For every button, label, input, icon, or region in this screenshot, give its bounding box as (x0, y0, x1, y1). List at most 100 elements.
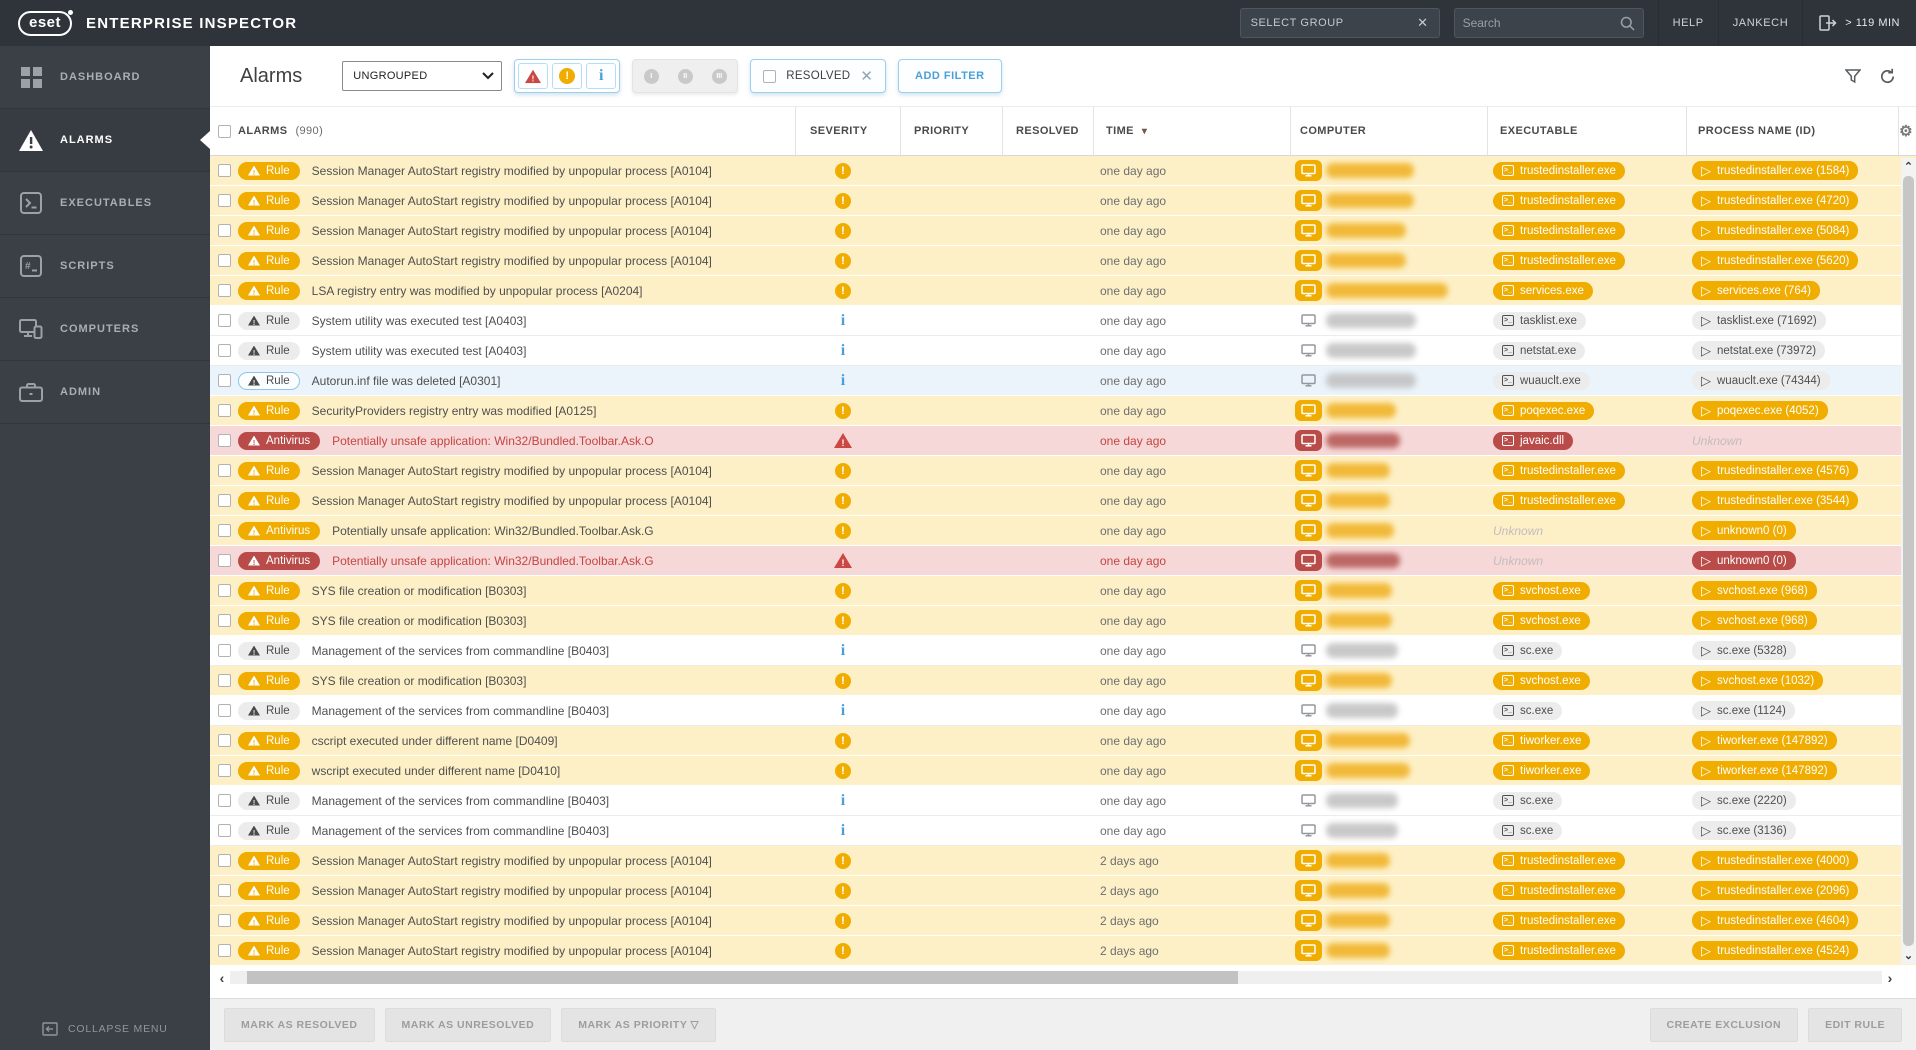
row-checkbox[interactable] (218, 824, 231, 837)
priority-filter-2[interactable]: II (670, 63, 700, 89)
table-row[interactable]: Rule System utility was executed test [A… (210, 306, 1916, 336)
row-checkbox[interactable] (218, 164, 231, 177)
table-row[interactable]: Rule Management of the services from com… (210, 816, 1916, 846)
table-row[interactable]: Rule Autorun.inf file was deleted [A0301… (210, 366, 1916, 396)
column-header-computer[interactable]: COMPUTER (1300, 107, 1366, 155)
group-by-select[interactable]: UNGROUPED (342, 61, 503, 91)
horizontal-scrollbar-thumb[interactable] (246, 971, 1238, 984)
row-checkbox[interactable] (218, 464, 231, 477)
column-header-resolved[interactable]: RESOLVED (1016, 107, 1079, 155)
column-settings-gear-icon[interactable]: ⚙ (1899, 122, 1913, 140)
row-checkbox[interactable] (218, 794, 231, 807)
column-header-severity[interactable]: SEVERITY (810, 107, 868, 155)
sidebar-item-dashboard[interactable]: DASHBOARD (0, 46, 210, 109)
row-checkbox[interactable] (218, 854, 231, 867)
row-checkbox[interactable] (218, 284, 231, 297)
table-row[interactable]: Antivirus Potentially unsafe application… (210, 516, 1916, 546)
severity-filter-critical[interactable] (518, 63, 549, 89)
sidebar-item-computers[interactable]: COMPUTERS (0, 298, 210, 361)
row-checkbox[interactable] (218, 584, 231, 597)
priority-filter-3[interactable]: III (704, 63, 734, 89)
collapse-menu-button[interactable]: COLLAPSE MENU (0, 1022, 210, 1036)
row-checkbox[interactable] (218, 404, 231, 417)
sidebar-item-alarms[interactable]: ALARMS (0, 109, 210, 172)
row-checkbox[interactable] (218, 944, 231, 957)
filter-funnel-icon[interactable] (1845, 68, 1861, 84)
table-row[interactable]: Rule LSA registry entry was modified by … (210, 276, 1916, 306)
table-row[interactable]: Rule SecurityProviders registry entry wa… (210, 396, 1916, 426)
remove-filter-icon[interactable]: ✕ (860, 67, 873, 85)
horizontal-scrollbar[interactable]: ‹ › (214, 970, 1898, 986)
table-row[interactable]: Rule Session Manager AutoStart registry … (210, 486, 1916, 516)
row-checkbox[interactable] (218, 524, 231, 537)
edit-rule-button[interactable]: EDIT RULE (1808, 1007, 1902, 1042)
refresh-icon[interactable] (1879, 68, 1896, 85)
add-filter-button[interactable]: ADD FILTER (898, 59, 1002, 93)
help-link[interactable]: HELP (1657, 0, 1718, 46)
scroll-up-icon[interactable]: ⌃ (1901, 160, 1916, 173)
table-row[interactable]: Rule wscript executed under different na… (210, 756, 1916, 786)
search-input[interactable] (1462, 16, 1620, 30)
select-group-button[interactable]: SELECT GROUP ✕ (1239, 8, 1440, 38)
row-checkbox[interactable] (218, 734, 231, 747)
priority-filter-1[interactable]: I (636, 63, 666, 89)
create-exclusion-button[interactable]: CREATE EXCLUSION (1649, 1007, 1799, 1042)
select-all-checkbox[interactable] (218, 125, 231, 138)
sidebar-item-admin[interactable]: ADMIN (0, 361, 210, 424)
session-box[interactable]: > 119 MIN (1802, 0, 1916, 46)
column-header-time[interactable]: TIME ▾ (1106, 107, 1147, 155)
row-checkbox[interactable] (218, 914, 231, 927)
row-checkbox[interactable] (218, 254, 231, 267)
table-row[interactable]: Rule Session Manager AutoStart registry … (210, 156, 1916, 186)
user-menu[interactable]: JANKECH (1717, 0, 1803, 46)
column-header-process[interactable]: PROCESS NAME (ID) (1698, 107, 1815, 155)
severity-filter-info[interactable]: i (586, 63, 617, 89)
resolved-filter-chip[interactable]: RESOLVED ✕ (750, 59, 886, 93)
scroll-left-icon[interactable]: ‹ (214, 970, 230, 986)
scroll-right-icon[interactable]: › (1882, 970, 1898, 986)
table-row[interactable]: Antivirus Potentially unsafe application… (210, 546, 1916, 576)
row-checkbox[interactable] (218, 494, 231, 507)
row-checkbox[interactable] (218, 224, 231, 237)
vertical-scrollbar[interactable]: ⌃ ⌄ (1901, 158, 1916, 964)
row-checkbox[interactable] (218, 194, 231, 207)
table-row[interactable]: Rule cscript executed under different na… (210, 726, 1916, 756)
search-box[interactable] (1453, 8, 1644, 38)
table-row[interactable]: Rule Session Manager AutoStart registry … (210, 846, 1916, 876)
row-checkbox[interactable] (218, 344, 231, 357)
severity-filter-warning[interactable]: ! (552, 63, 583, 89)
row-checkbox[interactable] (218, 434, 231, 447)
table-row[interactable]: Rule Session Manager AutoStart registry … (210, 456, 1916, 486)
table-row[interactable]: Rule Session Manager AutoStart registry … (210, 186, 1916, 216)
mark-as-resolved-button[interactable]: MARK AS RESOLVED (224, 1007, 375, 1042)
row-checkbox[interactable] (218, 614, 231, 627)
table-row[interactable]: Rule Management of the services from com… (210, 696, 1916, 726)
table-row[interactable]: Rule SYS file creation or modification [… (210, 606, 1916, 636)
sidebar-item-executables[interactable]: EXECUTABLES (0, 172, 210, 235)
row-checkbox[interactable] (218, 674, 231, 687)
column-header-alarms[interactable]: ALARMS (990) (238, 107, 323, 155)
sidebar-item-scripts[interactable]: # SCRIPTS (0, 235, 210, 298)
row-checkbox[interactable] (218, 374, 231, 387)
table-row[interactable]: Rule Session Manager AutoStart registry … (210, 876, 1916, 906)
table-row[interactable]: Rule SYS file creation or modification [… (210, 666, 1916, 696)
table-row[interactable]: Rule Session Manager AutoStart registry … (210, 936, 1916, 966)
row-checkbox[interactable] (218, 704, 231, 717)
scroll-down-icon[interactable]: ⌄ (1901, 949, 1916, 962)
table-row[interactable]: Rule Session Manager AutoStart registry … (210, 906, 1916, 936)
resolved-checkbox[interactable] (763, 69, 777, 83)
table-row[interactable]: Rule Session Manager AutoStart registry … (210, 216, 1916, 246)
column-header-priority[interactable]: PRIORITY (914, 107, 969, 155)
mark-as-unresolved-button[interactable]: MARK AS UNRESOLVED (384, 1007, 552, 1042)
row-checkbox[interactable] (218, 554, 231, 567)
row-checkbox[interactable] (218, 764, 231, 777)
close-icon[interactable]: ✕ (1417, 15, 1429, 31)
row-checkbox[interactable] (218, 884, 231, 897)
row-checkbox[interactable] (218, 314, 231, 327)
table-row[interactable]: Rule Management of the services from com… (210, 786, 1916, 816)
mark-as-priority-button[interactable]: MARK AS PRIORITY ▽ (561, 1007, 717, 1042)
row-checkbox[interactable] (218, 644, 231, 657)
table-row[interactable]: Rule SYS file creation or modification [… (210, 576, 1916, 606)
table-row[interactable]: Rule Session Manager AutoStart registry … (210, 246, 1916, 276)
vertical-scrollbar-thumb[interactable] (1903, 176, 1914, 946)
